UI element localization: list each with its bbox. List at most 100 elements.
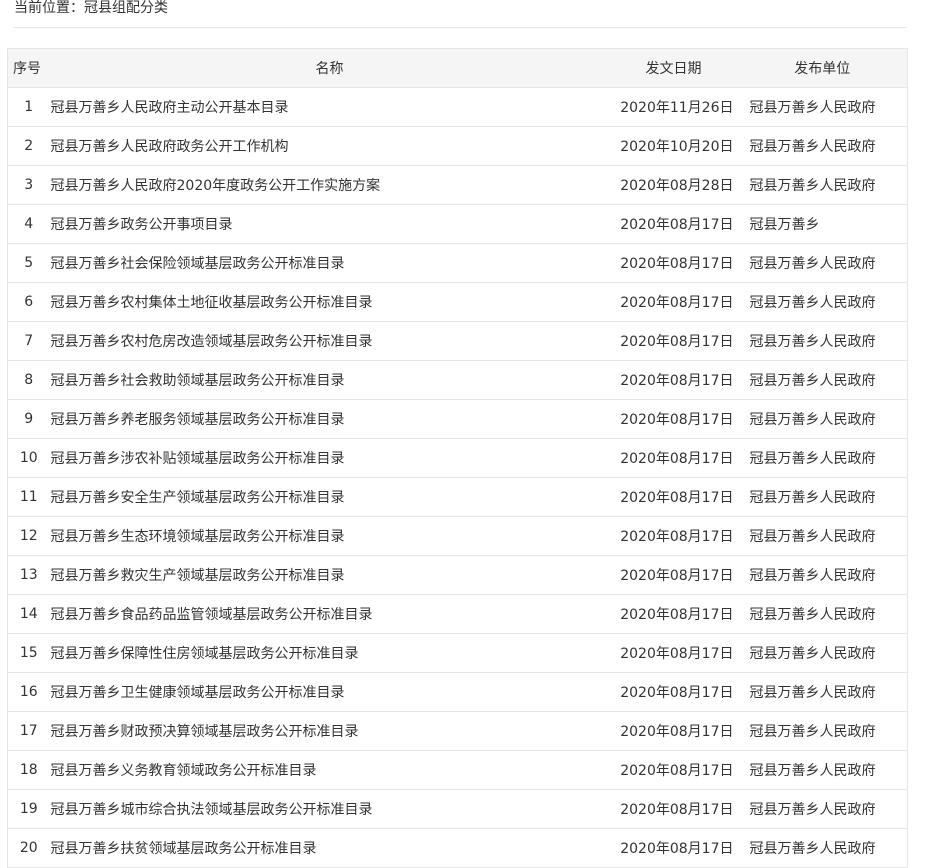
document-title-link[interactable]: 冠县万善乡涉农补贴领域基层政务公开标准目录 <box>51 451 345 467</box>
breadcrumb-label: 当前位置：冠县组配分类 <box>14 0 168 16</box>
table-row[interactable]: 20 冠县万善乡扶贫领域基层政务公开标准目录 2020年08月17日 冠县万善乡人民政… <box>7 828 908 868</box>
row-unit: 冠县万善乡人民政府 <box>737 243 908 283</box>
row-unit: 冠县万善乡人民政府 <box>737 828 908 868</box>
row-unit: 冠县万善乡人民政府 <box>737 789 908 829</box>
row-title-cell: 冠县万善乡救灾生产领域基层政务公开标准目录 <box>49 555 610 595</box>
row-index: 11 <box>7 477 50 517</box>
row-date: 2020年08月17日 <box>609 828 738 868</box>
row-title-cell: 冠县万善乡卫生健康领域基层政务公开标准目录 <box>49 672 610 712</box>
document-title-link[interactable]: 冠县万善乡农村危房改造领域基层政务公开标准目录 <box>51 334 373 350</box>
row-title-cell: 冠县万善乡养老服务领域基层政务公开标准目录 <box>49 399 610 439</box>
document-title-link[interactable]: 冠县万善乡义务教育领域政务公开标准目录 <box>51 763 317 779</box>
row-unit: 冠县万善乡人民政府 <box>737 321 908 361</box>
row-unit: 冠县万善乡人民政府 <box>737 477 908 517</box>
row-unit: 冠县万善乡人民政府 <box>737 126 908 166</box>
row-unit: 冠县万善乡人民政府 <box>737 360 908 400</box>
document-title-link[interactable]: 冠县万善乡卫生健康领域基层政务公开标准目录 <box>51 685 345 701</box>
row-title-cell: 冠县万善乡人民政府2020年度政务公开工作实施方案 <box>49 165 610 205</box>
table-row[interactable]: 12 冠县万善乡生态环境领域基层政务公开标准目录 2020年08月17日 冠县万善乡人… <box>7 516 908 556</box>
row-index: 14 <box>7 594 50 634</box>
table-row[interactable]: 11 冠县万善乡安全生产领域基层政务公开标准目录 2020年08月17日 冠县万善乡人… <box>7 477 908 517</box>
row-date: 2020年08月17日 <box>609 672 738 712</box>
row-unit: 冠县万善乡人民政府 <box>737 165 908 205</box>
table-row[interactable]: 6 冠县万善乡农村集体土地征收基层政务公开标准目录 2020年08月17日 冠县万善乡… <box>7 282 908 322</box>
table-row[interactable]: 9 冠县万善乡养老服务领域基层政务公开标准目录 2020年08月17日 冠县万善乡人民… <box>7 399 908 439</box>
row-title-cell: 冠县万善乡农村危房改造领域基层政务公开标准目录 <box>49 321 610 361</box>
table-row[interactable]: 8 冠县万善乡社会救助领域基层政务公开标准目录 2020年08月17日 冠县万善乡人民… <box>7 360 908 400</box>
document-title-link[interactable]: 冠县万善乡生态环境领域基层政务公开标准目录 <box>51 529 345 545</box>
row-unit: 冠县万善乡 <box>737 204 908 244</box>
row-index: 6 <box>7 282 50 322</box>
table-row[interactable]: 2 冠县万善乡人民政府政务公开工作机构 2020年10月20日 冠县万善乡人民政府 <box>7 126 908 166</box>
row-date: 2020年08月17日 <box>609 633 738 673</box>
row-index: 7 <box>7 321 50 361</box>
table-row[interactable]: 19 冠县万善乡城市综合执法领域基层政务公开标准目录 2020年08月17日 冠县万善… <box>7 789 908 829</box>
document-title-link[interactable]: 冠县万善乡财政预决算领域基层政务公开标准目录 <box>51 724 359 740</box>
row-title-cell: 冠县万善乡社会救助领域基层政务公开标准目录 <box>49 360 610 400</box>
row-title-cell: 冠县万善乡安全生产领域基层政务公开标准目录 <box>49 477 610 517</box>
document-title-link[interactable]: 冠县万善乡扶贫领域基层政务公开标准目录 <box>51 841 317 857</box>
table-row[interactable]: 14 冠县万善乡食品药品监管领域基层政务公开标准目录 2020年08月17日 冠县万善… <box>7 594 908 634</box>
row-title-cell: 冠县万善乡食品药品监管领域基层政务公开标准目录 <box>49 594 610 634</box>
row-title-cell: 冠县万善乡扶贫领域基层政务公开标准目录 <box>49 828 610 868</box>
document-title-link[interactable]: 冠县万善乡社会救助领域基层政务公开标准目录 <box>51 373 345 389</box>
document-title-link[interactable]: 冠县万善乡安全生产领域基层政务公开标准目录 <box>51 490 345 506</box>
row-index: 12 <box>7 516 50 556</box>
document-title-link[interactable]: 冠县万善乡人民政府主动公开基本目录 <box>51 100 289 116</box>
row-title-cell: 冠县万善乡生态环境领域基层政务公开标准目录 <box>49 516 610 556</box>
header-date: 发文日期 <box>609 48 738 88</box>
row-date: 2020年08月17日 <box>609 594 738 634</box>
row-date: 2020年08月17日 <box>609 282 738 322</box>
row-date: 2020年11月26日 <box>609 87 738 127</box>
table-body: 1 冠县万善乡人民政府主动公开基本目录 2020年11月26日 冠县万善乡人民政府 2 冠… <box>7 87 908 868</box>
table-row[interactable]: 10 冠县万善乡涉农补贴领域基层政务公开标准目录 2020年08月17日 冠县万善乡人… <box>7 438 908 478</box>
document-title-link[interactable]: 冠县万善乡政务公开事项目录 <box>51 217 233 233</box>
row-index: 2 <box>7 126 50 166</box>
document-title-link[interactable]: 冠县万善乡救灾生产领域基层政务公开标准目录 <box>51 568 345 584</box>
row-index: 8 <box>7 360 50 400</box>
header-index: 序号 <box>7 48 50 88</box>
table-row[interactable]: 4 冠县万善乡政务公开事项目录 2020年08月17日 冠县万善乡 <box>7 204 908 244</box>
row-title-cell: 冠县万善乡人民政府主动公开基本目录 <box>49 87 610 127</box>
document-title-link[interactable]: 冠县万善乡农村集体土地征收基层政务公开标准目录 <box>51 295 373 311</box>
row-index: 20 <box>7 828 50 868</box>
row-date: 2020年08月17日 <box>609 321 738 361</box>
document-title-link[interactable]: 冠县万善乡人民政府政务公开工作机构 <box>51 139 289 155</box>
table-header-row: 序号 名称 发文日期 发布单位 <box>7 48 908 88</box>
table-row[interactable]: 18 冠县万善乡义务教育领域政务公开标准目录 2020年08月17日 冠县万善乡人民政… <box>7 750 908 790</box>
row-date: 2020年08月28日 <box>609 165 738 205</box>
row-date: 2020年08月17日 <box>609 711 738 751</box>
row-date: 2020年08月17日 <box>609 360 738 400</box>
row-title-cell: 冠县万善乡财政预决算领域基层政务公开标准目录 <box>49 711 610 751</box>
row-title-cell: 冠县万善乡义务教育领域政务公开标准目录 <box>49 750 610 790</box>
row-title-cell: 冠县万善乡保障性住房领域基层政务公开标准目录 <box>49 633 610 673</box>
row-date: 2020年08月17日 <box>609 204 738 244</box>
row-index: 18 <box>7 750 50 790</box>
table-row[interactable]: 13 冠县万善乡救灾生产领域基层政务公开标准目录 2020年08月17日 冠县万善乡人… <box>7 555 908 595</box>
row-unit: 冠县万善乡人民政府 <box>737 594 908 634</box>
document-title-link[interactable]: 冠县万善乡城市综合执法领域基层政务公开标准目录 <box>51 802 373 818</box>
table-row[interactable]: 15 冠县万善乡保障性住房领域基层政务公开标准目录 2020年08月17日 冠县万善乡… <box>7 633 908 673</box>
row-index: 10 <box>7 438 50 478</box>
table-row[interactable]: 5 冠县万善乡社会保险领域基层政务公开标准目录 2020年08月17日 冠县万善乡人民… <box>7 243 908 283</box>
row-title-cell: 冠县万善乡城市综合执法领域基层政务公开标准目录 <box>49 789 610 829</box>
document-title-link[interactable]: 冠县万善乡社会保险领域基层政务公开标准目录 <box>51 256 345 272</box>
row-index: 17 <box>7 711 50 751</box>
row-date: 2020年08月17日 <box>609 399 738 439</box>
row-title-cell: 冠县万善乡农村集体土地征收基层政务公开标准目录 <box>49 282 610 322</box>
table-row[interactable]: 16 冠县万善乡卫生健康领域基层政务公开标准目录 2020年08月17日 冠县万善乡人… <box>7 672 908 712</box>
row-date: 2020年08月17日 <box>609 789 738 829</box>
row-title-cell: 冠县万善乡社会保险领域基层政务公开标准目录 <box>49 243 610 283</box>
table-row[interactable]: 3 冠县万善乡人民政府2020年度政务公开工作实施方案 2020年08月28日 冠县万… <box>7 165 908 205</box>
row-date: 2020年08月17日 <box>609 750 738 790</box>
document-title-link[interactable]: 冠县万善乡食品药品监管领域基层政务公开标准目录 <box>51 607 373 623</box>
row-index: 15 <box>7 633 50 673</box>
document-title-link[interactable]: 冠县万善乡保障性住房领域基层政务公开标准目录 <box>51 646 359 662</box>
row-unit: 冠县万善乡人民政府 <box>737 399 908 439</box>
row-index: 3 <box>7 165 50 205</box>
table-row[interactable]: 17 冠县万善乡财政预决算领域基层政务公开标准目录 2020年08月17日 冠县万善乡… <box>7 711 908 751</box>
document-title-link[interactable]: 冠县万善乡人民政府2020年度政务公开工作实施方案 <box>51 178 381 194</box>
document-title-link[interactable]: 冠县万善乡养老服务领域基层政务公开标准目录 <box>51 412 345 428</box>
table-row[interactable]: 7 冠县万善乡农村危房改造领域基层政务公开标准目录 2020年08月17日 冠县万善乡… <box>7 321 908 361</box>
table-row[interactable]: 1 冠县万善乡人民政府主动公开基本目录 2020年11月26日 冠县万善乡人民政府 <box>7 87 908 127</box>
